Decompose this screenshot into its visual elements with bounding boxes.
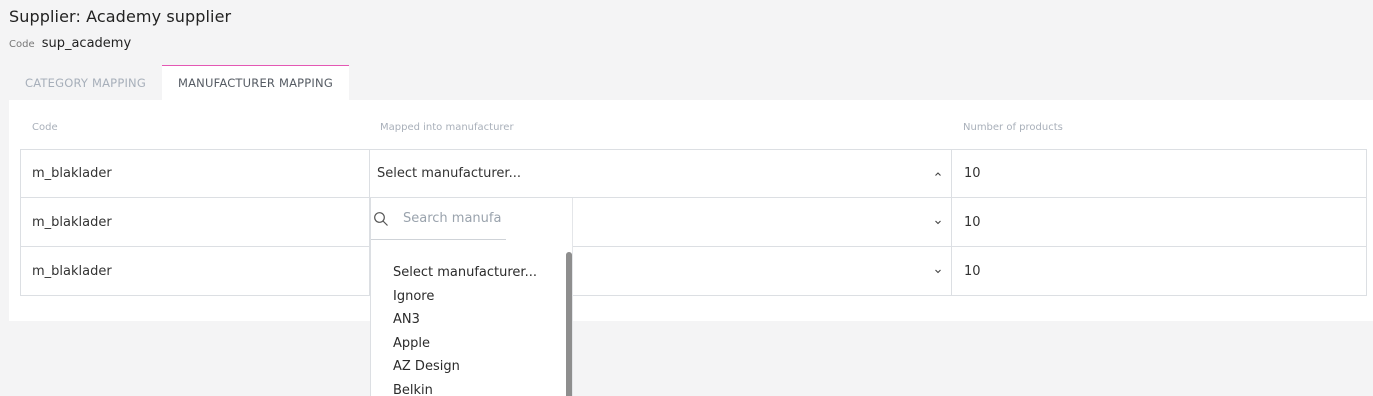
table-row: m_blaklader 10 (20, 247, 1367, 296)
manufacturer-search-input[interactable] (403, 211, 503, 226)
page-title: Supplier: Academy supplier (9, 7, 232, 26)
table-row: m_blaklader Select manufacturer... 10 (20, 149, 1367, 198)
dropdown-option-an3[interactable]: AN3 (371, 308, 561, 332)
dropdown-scrollbar[interactable] (566, 252, 572, 396)
manufacturer-select[interactable]: Select manufacturer... (370, 150, 952, 197)
row-code: m_blaklader (21, 198, 370, 246)
tab-category-mapping[interactable]: CATEGORY MAPPING (9, 65, 162, 100)
dropdown-option-apple[interactable]: Apple (371, 332, 561, 356)
dropdown-options: Select manufacturer... Ignore AN3 Apple … (371, 261, 561, 396)
table-header: Code Mapped into manufacturer Number of … (9, 122, 1373, 138)
row-product-count: 10 (964, 166, 981, 181)
row-product-count: 10 (964, 263, 981, 279)
code-label: Code (9, 39, 35, 50)
tab-bar: CATEGORY MAPPING MANUFACTURER MAPPING (9, 65, 349, 100)
mapping-panel: Code Mapped into manufacturer Number of … (9, 100, 1373, 321)
chevron-up-icon (935, 171, 941, 176)
search-icon (374, 211, 388, 226)
dropdown-option-ignore[interactable]: Ignore (371, 285, 561, 309)
chevron-down-icon (935, 269, 941, 274)
dropdown-option-belkin[interactable]: Belkin (371, 379, 561, 396)
supplier-code: Code sup_academy (9, 32, 131, 51)
table-row: m_blaklader 10 (20, 198, 1367, 247)
manufacturer-dropdown: Select manufacturer... Ignore AN3 Apple … (370, 198, 573, 396)
column-header-mapped: Mapped into manufacturer (380, 122, 514, 133)
column-header-count: Number of products (963, 122, 1063, 133)
dropdown-scroll-thumb[interactable] (566, 252, 572, 396)
code-value: sup_academy (41, 36, 132, 51)
dropdown-search (371, 198, 506, 240)
dropdown-option-az-design[interactable]: AZ Design (371, 355, 561, 379)
column-header-code: Code (32, 122, 58, 133)
row-code: m_blaklader (21, 150, 370, 197)
manufacturer-select-value: Select manufacturer... (377, 166, 521, 181)
row-code: m_blaklader (21, 247, 370, 295)
chevron-down-icon (935, 220, 941, 225)
dropdown-option-select[interactable]: Select manufacturer... (371, 261, 561, 285)
row-product-count: 10 (964, 214, 981, 230)
tab-manufacturer-mapping[interactable]: MANUFACTURER MAPPING (161, 65, 349, 100)
